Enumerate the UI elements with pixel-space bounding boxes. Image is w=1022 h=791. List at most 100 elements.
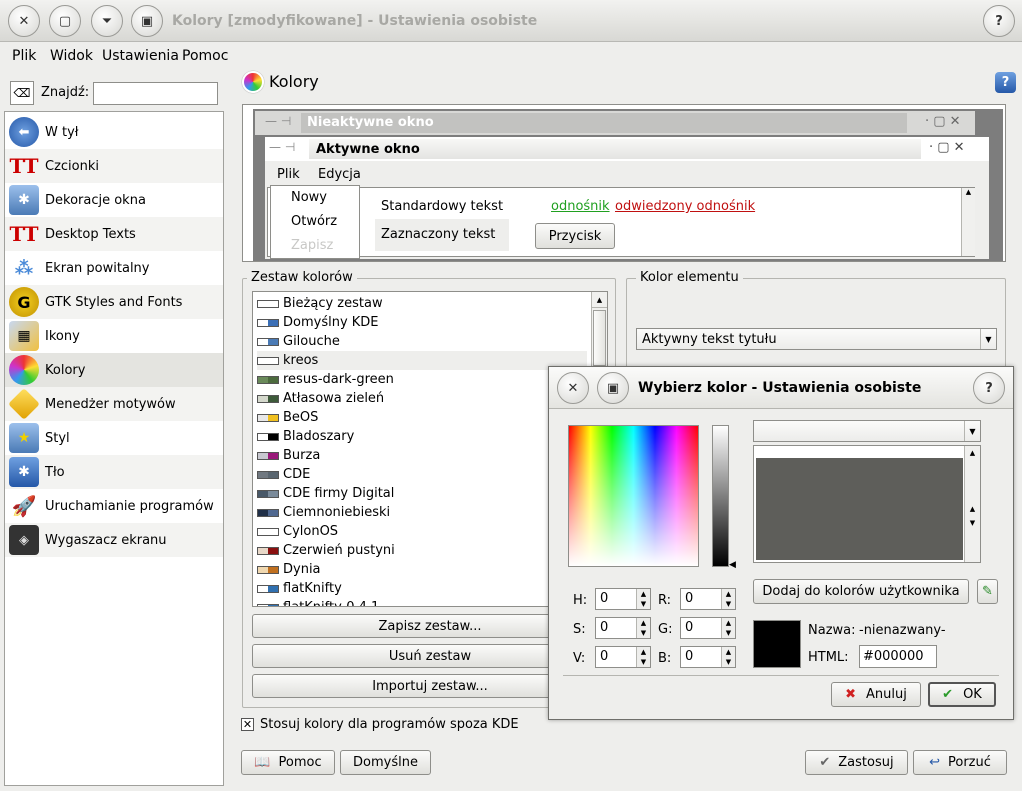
menu-ustawienia[interactable]: Ustawienia — [102, 48, 179, 64]
value-input[interactable]: 0 ▲ ▼ — [595, 646, 651, 668]
check-icon: ✔ — [819, 755, 831, 770]
scheme-legend: Zestaw kolorów — [247, 270, 357, 285]
icons-icon: ▦ — [9, 321, 39, 351]
clear-search-icon[interactable]: ⌫ — [10, 81, 34, 105]
scheme-item[interactable]: CDE firmy Digital — [257, 484, 587, 503]
value-slider[interactable] — [712, 425, 729, 567]
title-bar: ✕ ▢ ⏷ ▣ Kolory [zmodyfikowane] - Ustawie… — [0, 0, 1022, 42]
nav-item-tlo[interactable]: ✱ Tło — [5, 455, 223, 489]
scheme-item[interactable]: kreos — [257, 351, 587, 370]
scheme-item[interactable]: CDE — [257, 465, 587, 484]
hue-input[interactable]: 0 ▲ ▼ — [595, 588, 651, 610]
cancel-button[interactable]: ↩ Porzuć — [913, 750, 1007, 775]
splash-screen-icon: ⁂ — [14, 257, 34, 279]
slider-arrow-icon[interactable]: ◀ — [729, 560, 736, 570]
maximize-icon[interactable]: ▢ — [49, 5, 81, 37]
blue-input[interactable]: 0 ▲ ▼ — [680, 646, 736, 668]
help-button[interactable]: 📖 Pomoc — [241, 750, 335, 775]
check-icon: ✔ — [942, 687, 954, 702]
nav-item-desktop-texts[interactable]: TT Desktop Texts — [5, 217, 223, 251]
scheme-item[interactable]: Bladoszary — [257, 427, 587, 446]
preview-selected-text: Zaznaczony tekst — [381, 227, 496, 242]
menu-widok[interactable]: Widok — [50, 48, 93, 64]
preview-menu-edycja: Edycja — [318, 167, 361, 182]
green-input[interactable]: 0 ▲ ▼ — [680, 617, 736, 639]
active-window-title: Aktywne okno — [316, 142, 420, 157]
nav-item-menedzer-motywow[interactable]: Menedżer motywów — [5, 387, 223, 421]
dialog-cancel-button[interactable]: ✖ Anuluj — [831, 682, 921, 707]
nav-item-ikony[interactable]: ▦ Ikony — [5, 319, 223, 353]
dialog-ok-button[interactable]: ✔ OK — [928, 682, 996, 707]
inactive-window-titlebar: — ⊣ Nieaktywne okno · ▢ ✕ — [255, 111, 975, 135]
color-palette-select[interactable]: ▼ — [753, 420, 981, 442]
nav-item-ekran-powitalny[interactable]: ⁂ Ekran powitalny — [5, 251, 223, 285]
scheme-swatch — [257, 318, 279, 327]
add-custom-color-button[interactable]: Dodaj do kolorów użytkownika — [753, 579, 969, 604]
nav-item-styl[interactable]: ★ Styl — [5, 421, 223, 455]
window-decoration-icon: ✱ — [9, 185, 39, 215]
scheme-item[interactable]: BeOS — [257, 408, 587, 427]
whats-this-icon[interactable]: ? — [995, 72, 1016, 93]
minimize-icon[interactable]: ⏷ — [91, 5, 123, 37]
search-input[interactable] — [93, 82, 218, 105]
nav-item-kolory[interactable]: Kolory — [5, 353, 223, 387]
scheme-label: kreos — [283, 353, 319, 368]
scheme-label: resus-dark-green — [283, 372, 394, 387]
nonkde-label: Stosuj kolory dla programów spoza KDE — [260, 717, 519, 732]
scheme-swatch — [257, 546, 279, 555]
html-color-input[interactable] — [859, 645, 937, 668]
preview-visited-link: odwiedzony odnośnik — [615, 199, 756, 214]
color-preview[interactable]: — ⊣ Nieaktywne okno · ▢ ✕ — ⊣ Aktywne ok… — [242, 104, 1006, 262]
scheme-swatch — [257, 603, 279, 606]
scheme-label: BeOS — [283, 410, 319, 425]
scheme-label: Bladoszary — [283, 429, 355, 444]
color-dropper-icon[interactable]: ✎ — [977, 579, 998, 604]
scheme-swatch — [257, 565, 279, 574]
fonts-icon: TT — [9, 154, 39, 178]
help-icon[interactable]: ? — [983, 5, 1015, 37]
nav-item-dekoracje[interactable]: ✱ Dekoracje okna — [5, 183, 223, 217]
close-icon[interactable]: ✕ — [557, 372, 589, 404]
window-menu-icon[interactable]: ▣ — [131, 5, 163, 37]
scheme-item[interactable]: CylonOS — [257, 522, 587, 541]
nav-item-gtk[interactable]: G GTK Styles and Fonts — [5, 285, 223, 319]
close-icon[interactable]: ✕ — [8, 5, 40, 37]
scheme-item[interactable]: Atłasowa zieleń — [257, 389, 587, 408]
nav-item-wygaszacz[interactable]: ◈ Wygaszacz ekranu — [5, 523, 223, 557]
scheme-swatch — [257, 432, 279, 441]
scheme-item[interactable]: flatKnifty — [257, 579, 587, 598]
scheme-item[interactable]: Domyślny KDE — [257, 313, 587, 332]
scheme-label: flatKnifty-0.4.1 — [283, 600, 379, 606]
scheme-item[interactable]: flatKnifty-0.4.1 — [257, 598, 587, 606]
nonkde-checkbox[interactable]: ✕ — [241, 718, 254, 731]
scheme-item[interactable]: Gilouche — [257, 332, 587, 351]
color-dialog: ✕ ▣ Wybierz kolor - Ustawienia osobiste … — [548, 366, 1014, 720]
colors-icon — [242, 71, 264, 93]
element-select[interactable]: Aktywny tekst tytułu ▼ — [636, 328, 997, 350]
nav-item-czcionki[interactable]: TT Czcionki — [5, 149, 223, 183]
menu-plik[interactable]: Plik — [12, 48, 36, 64]
red-input[interactable]: 0 ▲ ▼ — [680, 588, 736, 610]
scheme-item[interactable]: Burza — [257, 446, 587, 465]
menu-bar: Plik Widok Ustawienia Pomoc — [0, 42, 1022, 70]
scheme-swatch — [257, 584, 279, 593]
scheme-item[interactable]: Dynia — [257, 560, 587, 579]
scheme-item[interactable]: Ciemnoniebieski — [257, 503, 587, 522]
saturation-input[interactable]: 0 ▲ ▼ — [595, 617, 651, 639]
screensaver-icon: ◈ — [9, 525, 39, 555]
window-menu-icon[interactable]: ▣ — [597, 372, 629, 404]
help-icon[interactable]: ? — [973, 372, 1005, 404]
custom-colors-grid[interactable]: ▲ ▲ ▼ — [753, 445, 981, 563]
defaults-button[interactable]: Domyślne — [340, 750, 431, 775]
scheme-item[interactable]: Bieżący zestaw — [257, 294, 587, 313]
inactive-window-title: Nieaktywne okno — [307, 115, 434, 130]
scheme-label: CylonOS — [283, 524, 339, 539]
scheme-item[interactable]: Czerwień pustyni — [257, 541, 587, 560]
apply-button[interactable]: ✔ Zastosuj — [805, 750, 908, 775]
scheme-item[interactable]: resus-dark-green — [257, 370, 587, 389]
element-color-legend: Kolor elementu — [636, 270, 743, 285]
nav-item-uruchamianie[interactable]: 🚀 Uruchamianie programów — [5, 489, 223, 523]
nav-item-back[interactable]: ⬅ W tył — [5, 115, 223, 149]
hue-saturation-picker[interactable] — [568, 425, 699, 567]
menu-pomoc[interactable]: Pomoc — [182, 48, 228, 64]
